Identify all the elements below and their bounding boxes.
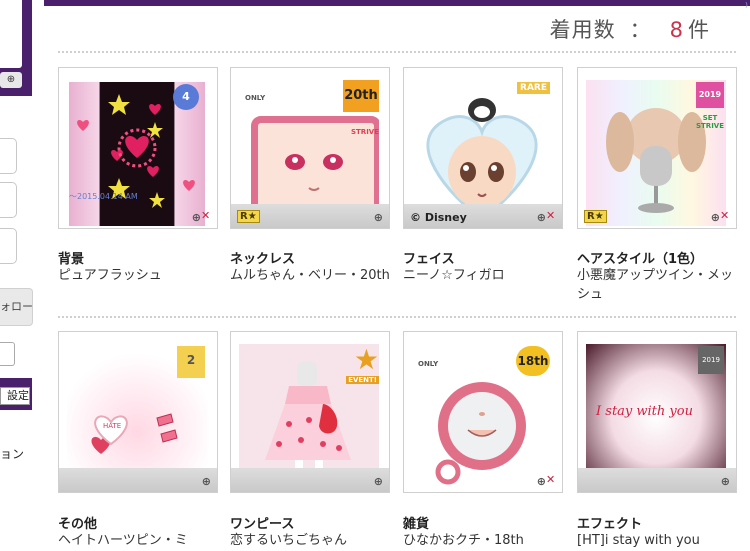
item-name: [HT]i stay with you [577, 533, 700, 548]
item-card[interactable]: 2019 SET STRIVE R★ ⊕ ✕ [577, 67, 737, 229]
item-category: 背景 [58, 252, 85, 267]
side-tag: STRIVE [350, 128, 379, 136]
wear-count: 着用数 ： 8 件 [550, 14, 710, 44]
badge: 4 [173, 84, 199, 110]
count-value: 8 [669, 18, 684, 42]
side-tag: SET STRIVE [695, 114, 724, 130]
setting-bar: 設定 [0, 378, 32, 410]
sidebar-slot-2[interactable] [0, 182, 17, 218]
rank-badge: R★ [237, 210, 260, 223]
item-card[interactable]: ONLY 20th STRIVE R★ ⊕ [230, 67, 390, 229]
zoom-icon[interactable]: ⊕ [537, 211, 546, 224]
limited-stamp: ～2015.04.14 AM [69, 192, 138, 201]
sidebar-input[interactable] [0, 342, 15, 366]
trash-icon[interactable]: ✕ [201, 210, 213, 222]
effect-script-text: I stay with you [596, 404, 693, 419]
divider [58, 51, 736, 53]
item-footer: R★ ⊕ ✕ [578, 204, 736, 228]
badge: 18th [516, 346, 550, 376]
item-name: ムルちゃん・ベリー・20th [230, 268, 390, 283]
item-footer: R★ ⊕ [231, 204, 389, 228]
option-label: ョン [0, 447, 25, 461]
item-category: ネックレス [230, 252, 296, 267]
count-separator: ： [629, 18, 652, 42]
zoom-icon[interactable]: ⊕ [711, 211, 720, 224]
item-category: 雑貨 [403, 517, 430, 532]
zoom-icon[interactable]: ⊕ [374, 211, 383, 224]
item-category: フェイス [403, 252, 455, 267]
item-name: 恋するいちごちゃん [230, 533, 348, 548]
item-card[interactable]: ONLY 18th ⊕ ✕ [403, 331, 563, 493]
item-name: ピュアフラッシュ [58, 268, 162, 283]
item-name: ヘイトハーツピン・ミ [58, 533, 188, 548]
divider [58, 316, 736, 318]
item-footer: ⊕ ✕ [59, 204, 217, 228]
item-name: ひなかおクチ・18th [403, 533, 524, 548]
item-card[interactable]: RARE © Disney ⊕ ✕ [403, 67, 563, 229]
item-footer: ⊕ [59, 468, 217, 492]
sidebar-header: ⊕ [0, 0, 32, 96]
zoom-icon[interactable]: ⊕ [374, 475, 383, 488]
zoom-icon[interactable]: ⊕ [537, 475, 546, 488]
rank-badge: R★ [584, 210, 607, 223]
item-card[interactable]: I stay with you 2019 ⊕ [577, 331, 737, 493]
sidebar-slot-1[interactable] [0, 138, 17, 174]
zoom-icon[interactable]: ⊕ [192, 211, 201, 224]
hate-sticker-text: HATE [103, 422, 121, 430]
item-name: ニーノ☆フィガロ [403, 268, 505, 283]
sidebar-slot-3[interactable] [0, 228, 17, 264]
item-category: ワンピース [230, 517, 295, 532]
item-category: エフェクト [577, 517, 643, 532]
event-badge: EVENT! [346, 376, 379, 384]
sidebar: ⊕ ォロー 設定 ョン [0, 0, 33, 551]
sidebar-panel [0, 0, 22, 68]
item-category: その他 [58, 517, 98, 532]
badge: 2019 [698, 346, 724, 374]
zoom-icon[interactable]: ⊕ [0, 72, 22, 88]
star-icon: ★ [353, 344, 379, 376]
trash-icon[interactable]: ✕ [546, 210, 558, 222]
brand-label: © Disney [410, 211, 467, 224]
item-footer: © Disney ⊕ ✕ [404, 204, 562, 228]
item-category: ヘアスタイル（1色） [577, 252, 704, 267]
item-footer: ⊕ [231, 468, 389, 492]
badge: 20th [343, 80, 379, 112]
zoom-icon[interactable]: ⊕ [202, 475, 211, 488]
item-card[interactable]: HATE 2 ⊕ [58, 331, 218, 493]
rare-badge: RARE [517, 82, 550, 94]
item-card[interactable]: ★ EVENT! ⊕ [230, 331, 390, 493]
trash-icon[interactable]: ✕ [720, 210, 732, 222]
item-footer: ⊕ ✕ [404, 468, 562, 492]
badge: 2 [177, 346, 205, 378]
setting-button[interactable]: 設定 [0, 387, 30, 405]
count-unit: 件 [688, 18, 710, 42]
count-label: 着用数 [549, 18, 616, 42]
corner-curl-icon: ⁾ [745, 0, 748, 14]
zoom-icon[interactable]: ⊕ [721, 475, 730, 488]
follow-button[interactable]: ォロー [0, 288, 33, 326]
item-card[interactable]: 4 ～2015.04.14 AM ⊕ ✕ [58, 67, 218, 229]
item-name: 小悪魔アップツイン・メッシュ [577, 268, 734, 302]
item-footer: ⊕ [578, 468, 736, 492]
trash-icon[interactable]: ✕ [546, 474, 558, 486]
top-border [44, 0, 750, 6]
badge: 2019 [696, 82, 724, 108]
